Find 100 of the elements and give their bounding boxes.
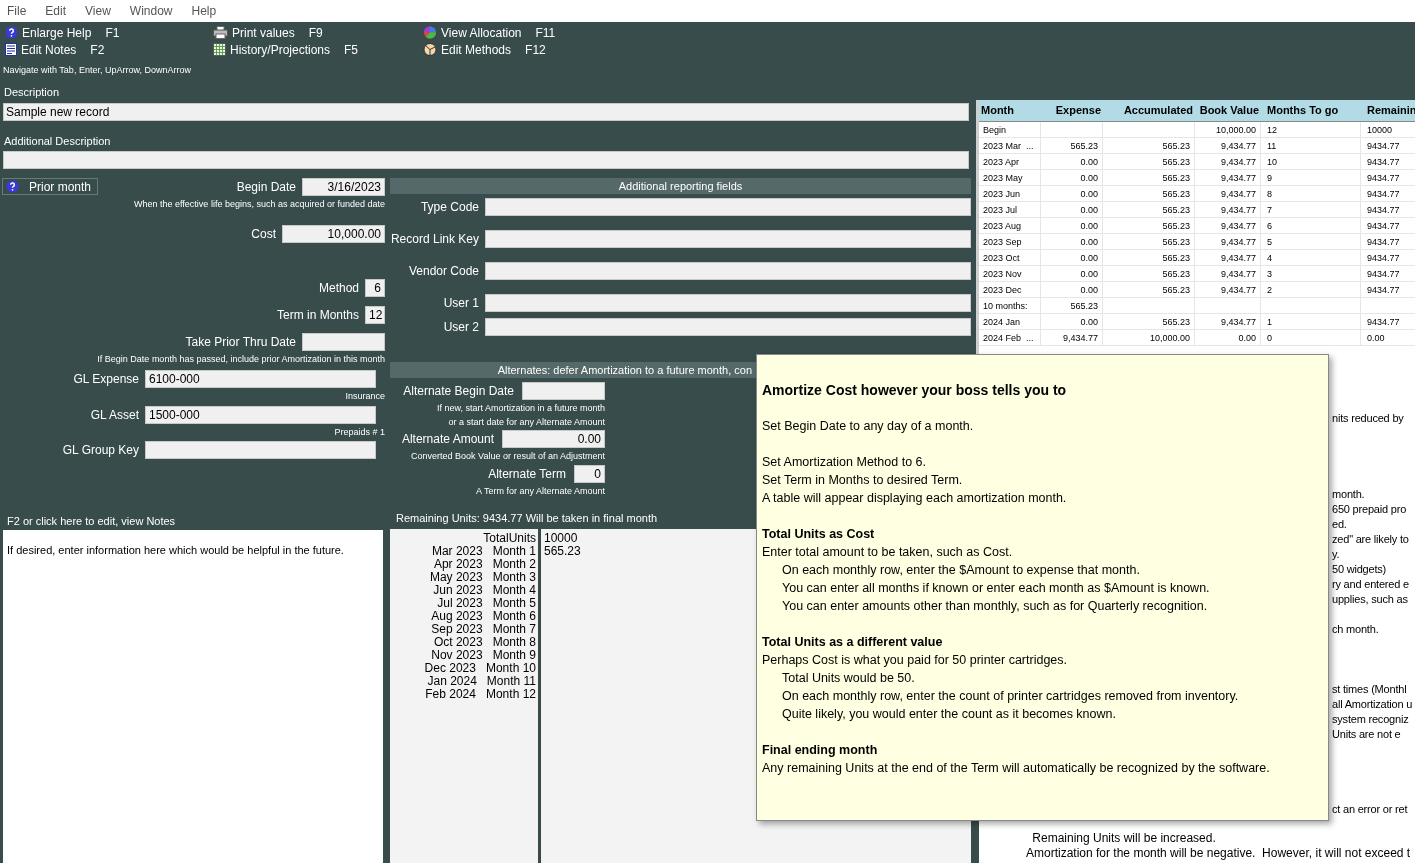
- table-cell: 0.00: [1080, 173, 1098, 183]
- table-cell: 9434.77: [1367, 157, 1400, 167]
- help-heading: Total Units as Cost: [762, 526, 875, 543]
- table-cell: 9434.77: [1367, 237, 1400, 247]
- help-text: y.: [1332, 547, 1341, 562]
- field-label: GL Asset: [89, 406, 140, 424]
- field-label: Cost: [251, 225, 276, 243]
- table-cell: 10,000.00: [1149, 333, 1190, 343]
- field-label: GL Expense: [72, 371, 140, 388]
- table-cell: 0.00: [1367, 333, 1385, 343]
- table-cell: 9,434.77: [1220, 237, 1256, 247]
- table-cell: 2: [1267, 285, 1272, 295]
- table-cell: 9,434.77: [1220, 189, 1256, 199]
- table-cell: 0.00: [1080, 221, 1098, 231]
- table-cell: 565.23: [1162, 285, 1190, 295]
- tooltip-title: Amortize Cost however your boss tells you to: [762, 381, 1067, 399]
- table-cell: 565.23: [1162, 141, 1190, 151]
- table-cell: 2023 Sep: [983, 237, 1022, 247]
- help-line: A table will appear displaying each amortization month.: [762, 490, 1068, 507]
- help-line: Total Units would be 50.: [781, 670, 916, 687]
- field-label: GL Group Key: [61, 442, 140, 459]
- table-cell: 5: [1267, 237, 1272, 247]
- help-line: Any remaining Units at the end of the Term will automatically be recognized by the software.: [762, 760, 1271, 777]
- table-cell: 0: [1267, 333, 1272, 343]
- help-text: st times (Monthl: [1332, 682, 1408, 697]
- table-cell: 2023 Mar ...: [983, 141, 1034, 151]
- table-cell: 0.00: [1080, 189, 1098, 199]
- field-label: Alternate Term: [488, 465, 566, 483]
- help-text: 650 prepaid pro: [1332, 502, 1408, 517]
- help-heading: Total Units as a different value: [762, 634, 943, 651]
- table-cell: 9,434.77: [1220, 173, 1256, 183]
- section-header: Additional reporting fields: [390, 178, 971, 194]
- table-cell: 2023 May: [983, 173, 1023, 183]
- table-cell: 565.23: [1162, 173, 1190, 183]
- help-text: Amortization for the month will be negative. However, it will not exceed t: [1025, 846, 1412, 861]
- table-cell: 0.00: [1080, 205, 1098, 215]
- field-note: Converted Book Value or result of an Adjustment: [411, 450, 605, 463]
- table-cell: 0.00: [1080, 157, 1098, 167]
- help-text: month.: [1332, 487, 1366, 502]
- table-cell: 9,434.77: [1220, 317, 1256, 327]
- table-cell: 11: [1267, 141, 1277, 151]
- help-text: system recogniz: [1332, 712, 1410, 727]
- help-line: Set Amortization Method to 6.: [762, 454, 927, 471]
- field-label: Vendor Code: [407, 263, 480, 280]
- table-cell: 0.00: [1080, 237, 1098, 247]
- help-line: Quite likely, you would enter the count as it becomes known.: [781, 706, 1117, 723]
- help-text: Remaining Units will be increased.: [1031, 831, 1217, 846]
- field-label: Method: [318, 279, 359, 297]
- table-cell: Begin: [983, 125, 1007, 135]
- table-cell: 12: [1267, 125, 1277, 135]
- table-cell: 0.00: [1080, 253, 1098, 263]
- table-cell: 9434.77: [1367, 253, 1400, 263]
- table-cell: 0.00: [1080, 285, 1098, 295]
- table-cell: 9: [1267, 173, 1272, 183]
- help-line: On each monthly row, enter the count of printer cartridges removed from inventory.: [781, 688, 1240, 705]
- field-note: Insurance: [345, 390, 385, 403]
- table-cell: 9434.77: [1367, 221, 1400, 231]
- table-cell: 9434.77: [1367, 269, 1400, 279]
- help-line: Set Term in Months to desired Term.: [762, 472, 964, 489]
- table-cell: 4: [1267, 253, 1272, 263]
- remaining-units-text: Remaining Units: 9434.77 Will be taken in final month: [396, 511, 658, 526]
- table-cell: 6: [1267, 221, 1272, 231]
- table-cell: 7: [1267, 205, 1272, 215]
- field-label: User 1: [442, 295, 480, 312]
- table-cell: 565.23: [1162, 189, 1190, 199]
- table-cell: 1: [1267, 317, 1272, 327]
- help-text: zed" are likely to: [1332, 532, 1410, 547]
- table-cell: 10,000.00: [1215, 125, 1256, 135]
- field-note: When the effective life begins, such as acquired or funded date: [134, 198, 385, 211]
- table-cell: 2023 Oct: [983, 253, 1020, 263]
- table-cell: 10000: [1367, 125, 1393, 135]
- help-text: ch month.: [1332, 622, 1380, 637]
- field-label: User 2: [442, 319, 480, 336]
- table-cell: 9,434.77: [1220, 141, 1256, 151]
- help-line: Perhaps Cost is what you paid for 50 printer cartridges.: [762, 652, 1068, 669]
- table-cell: 10: [1267, 157, 1277, 167]
- field-label: Type Code: [419, 199, 480, 216]
- table-cell: 9,434.77: [1220, 157, 1256, 167]
- help-line: You can enter amounts other than monthly, such as for Quarterly recognition.: [781, 598, 1209, 615]
- field-label: Term in Months: [276, 306, 359, 324]
- table-cell: 9434.77: [1367, 173, 1400, 183]
- table-cell: 10 months:: [983, 301, 1028, 311]
- help-text: 50 widgets): [1332, 562, 1388, 577]
- help-heading: Final ending month: [762, 742, 878, 759]
- table-cell: 565.23: [1162, 157, 1190, 167]
- table-cell: 0.00: [1080, 317, 1098, 327]
- table-cell: 9434.77: [1367, 141, 1400, 151]
- table-cell: 9,434.77: [1220, 285, 1256, 295]
- field-note: or a start date for any Alternate Amount: [448, 415, 605, 429]
- table-cell: 3: [1267, 269, 1272, 279]
- additional-description-label: Additional Description: [4, 133, 111, 149]
- help-text: upplies, such as: [1332, 592, 1409, 607]
- table-cell: 9,434.77: [1062, 333, 1098, 343]
- table-cell: 2023 Jul: [983, 205, 1018, 215]
- table-cell: 2023 Apr: [983, 157, 1020, 167]
- table-cell: 565.23: [1070, 141, 1098, 151]
- table-cell: 9434.77: [1367, 205, 1400, 215]
- table-cell: 565.23: [1162, 237, 1190, 247]
- field-note: If new, start Amortization in a future month: [436, 402, 605, 415]
- field-label: Begin Date: [236, 179, 296, 196]
